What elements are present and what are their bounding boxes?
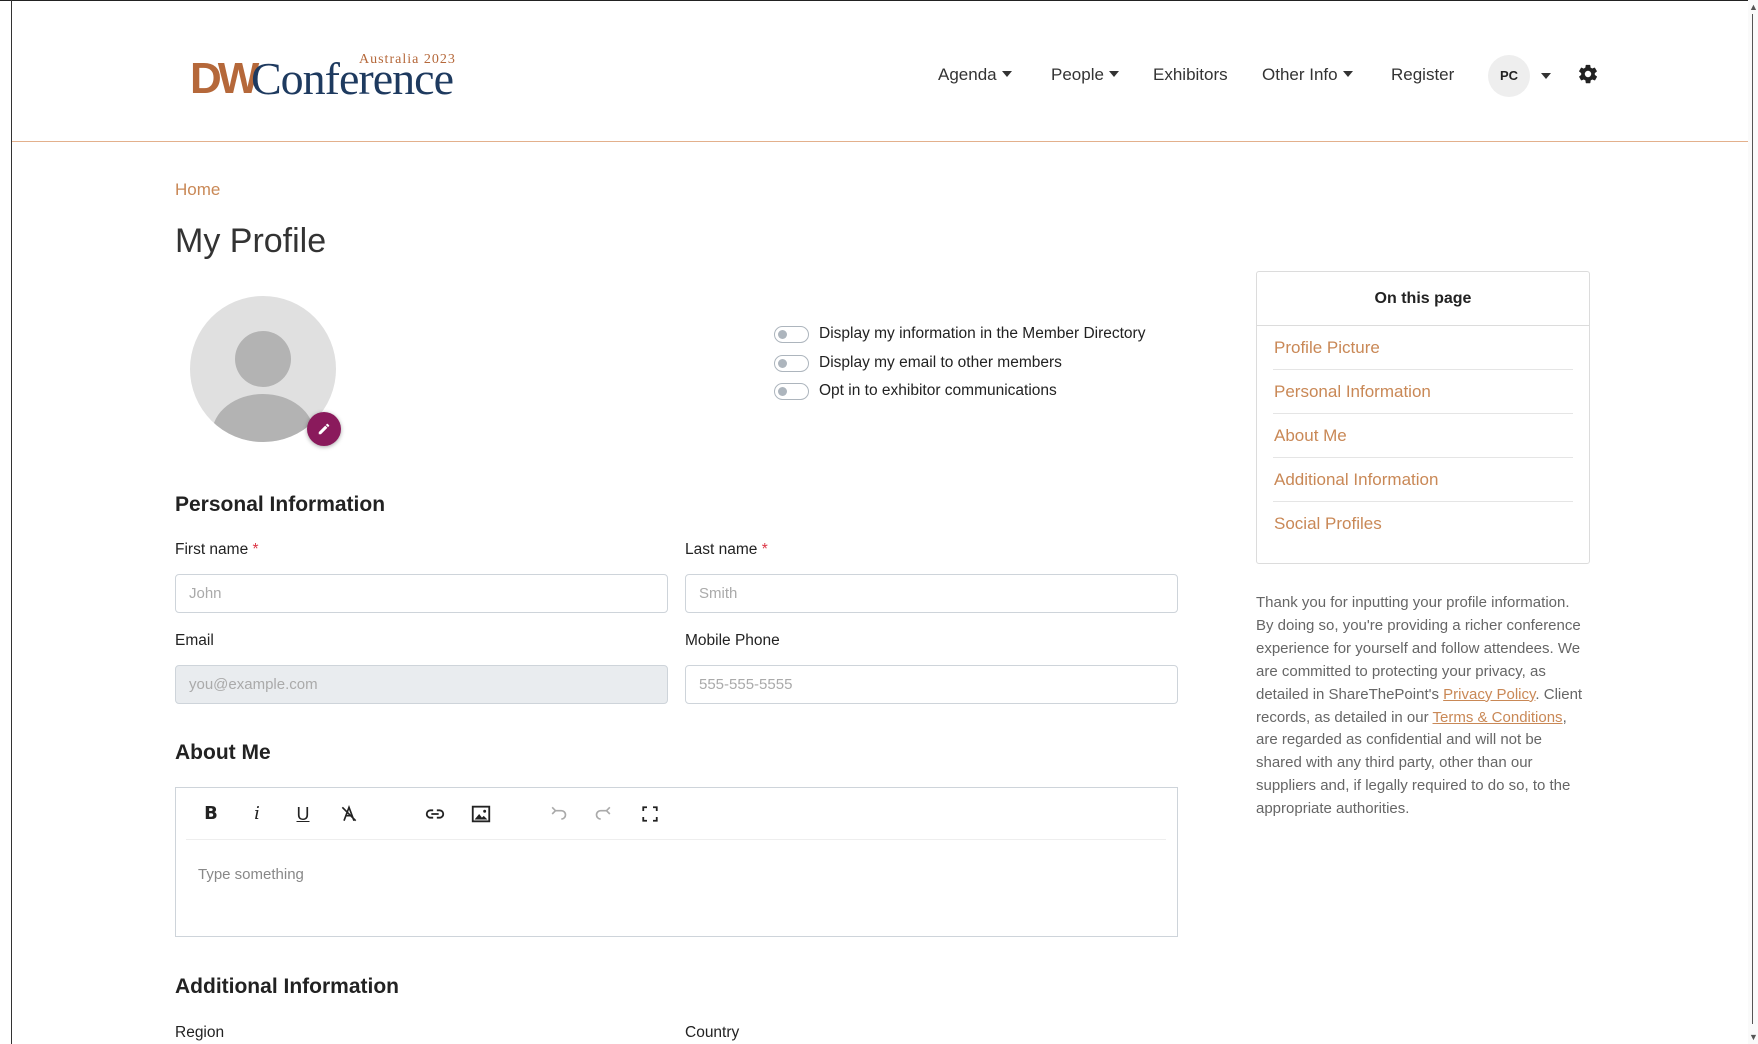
gear-icon[interactable] [1577,63,1599,85]
last-name-label-text: Last name [685,541,758,558]
about-me-editor[interactable]: B i U Type something [175,787,1178,937]
editor-toolbar: B i U [186,788,1166,840]
underline-icon[interactable]: U [291,802,315,826]
personal-information-heading: Personal Information [175,493,386,516]
clear-format-icon[interactable] [337,802,361,826]
logo-name: Conference [251,53,454,104]
bold-icon[interactable]: B [199,802,223,826]
nav-agenda-label: Agenda [938,65,997,84]
nav-other-info-label: Other Info [1262,65,1338,84]
undo-icon[interactable] [546,802,570,826]
on-this-page-list: Profile Picture Personal Information Abo… [1257,326,1589,546]
link-personal-information[interactable]: Personal Information [1273,370,1573,414]
link-profile-picture[interactable]: Profile Picture [1273,326,1573,370]
privacy-notice: Thank you for inputting your profile inf… [1256,592,1590,821]
nav-agenda[interactable]: Agenda [938,63,1012,87]
additional-information-heading: Additional Information [175,975,399,998]
first-name-field[interactable]: John [175,574,668,613]
italic-icon[interactable]: i [245,802,269,826]
scroll-up-icon[interactable]: ▲ [1749,2,1758,12]
last-name-field[interactable]: Smith [685,574,1178,613]
user-menu-caret-icon[interactable] [1541,73,1551,79]
about-me-heading: About Me [175,741,271,764]
region-label: Region [175,1024,225,1041]
logo-dw: DW [190,54,259,103]
mobile-phone-field[interactable]: 555-555-5555 [685,665,1178,704]
toggle-label: Display my information in the Member Dir… [819,325,1146,342]
country-label: Country [685,1024,740,1041]
avatar-head-icon [235,331,291,387]
nav-people-label: People [1051,65,1104,84]
nav-register-label: Register [1391,65,1455,84]
member-directory-switch[interactable] [774,326,809,343]
editor-placeholder: Type something [198,866,304,883]
display-email-switch[interactable] [774,354,809,372]
nav-exhibitors[interactable]: Exhibitors [1153,63,1228,87]
last-name-label: Last name * [685,541,768,559]
nav-other-info[interactable]: Other Info [1262,63,1353,87]
email-label: Email [175,632,214,649]
toggle-label: Display my email to other members [819,353,1062,371]
avatar-body-icon [212,394,314,442]
site-header: Australia 2023 DW Conference Agenda Peop… [12,1,1748,142]
link-about-me[interactable]: About Me [1273,414,1573,458]
nav-register[interactable]: Register [1391,63,1454,87]
terms-link[interactable]: Terms & Conditions [1433,709,1563,726]
on-this-page-title: On this page [1257,272,1589,326]
toggle-label: Opt in to exhibitor communications [819,382,1057,399]
required-mark: * [761,541,768,558]
exhibitor-comms-switch[interactable] [774,383,809,400]
mobile-phone-label: Mobile Phone [685,632,780,649]
fullscreen-icon[interactable] [638,802,662,826]
on-this-page-card: On this page Profile Picture Personal In… [1256,271,1590,564]
link-icon[interactable] [423,802,447,826]
page-title: My Profile [175,222,327,260]
breadcrumb-home[interactable]: Home [175,180,220,200]
link-social-profiles[interactable]: Social Profiles [1273,502,1573,546]
link-additional-information[interactable]: Additional Information [1273,458,1573,502]
redo-icon[interactable] [592,802,616,826]
nav-exhibitors-label: Exhibitors [1153,65,1228,84]
edit-profile-picture-button[interactable] [307,412,341,446]
caret-down-icon [1108,71,1119,77]
image-icon[interactable] [469,802,493,826]
scroll-down-icon[interactable]: ▼ [1749,1032,1758,1042]
nav-people[interactable]: People [1051,63,1119,87]
caret-down-icon [1001,71,1012,77]
email-field[interactable]: you@example.com [175,665,668,704]
first-name-label-text: First name [175,541,249,558]
privacy-policy-link[interactable]: Privacy Policy [1443,686,1535,703]
user-avatar[interactable]: PC [1488,55,1530,97]
site-logo[interactable]: Australia 2023 DW Conference [179,51,479,104]
required-mark: * [252,541,259,558]
caret-down-icon [1342,71,1353,77]
first-name-label: First name * [175,541,259,559]
window-edge [11,0,12,1044]
pencil-icon [318,423,330,435]
scrollbar-thumb[interactable] [1752,14,1753,1024]
vertical-scrollbar[interactable]: ▲ ▼ [1748,0,1758,1044]
